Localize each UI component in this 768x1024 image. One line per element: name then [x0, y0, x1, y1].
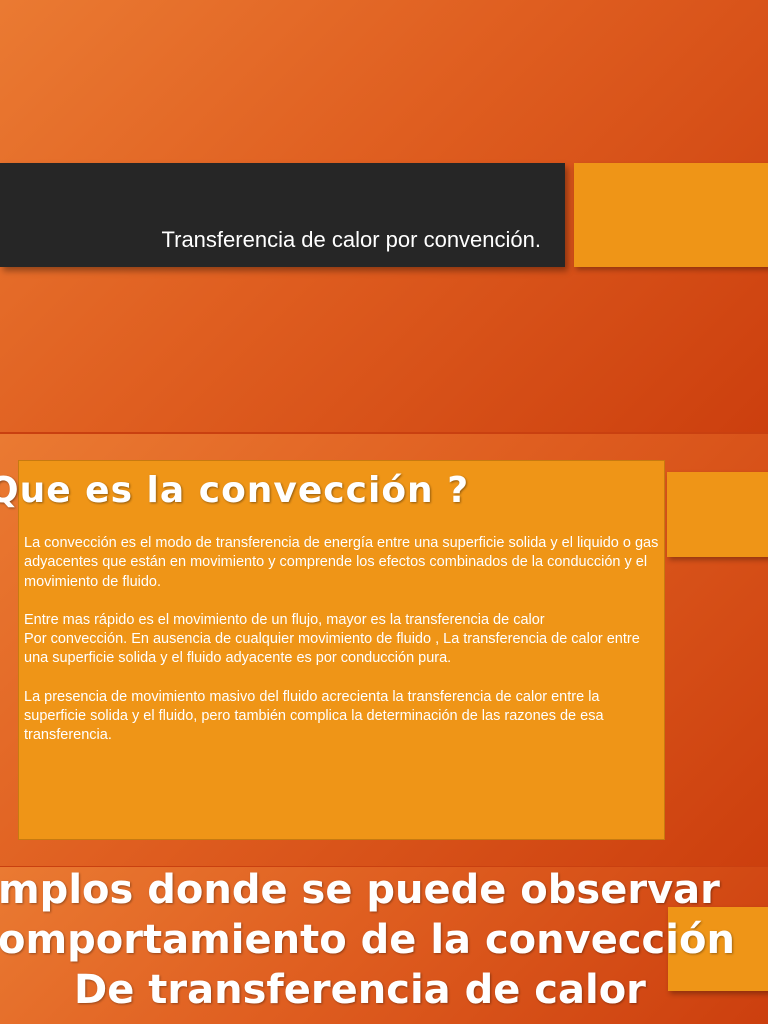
slide-heading: Que es la convección ?	[0, 470, 470, 511]
heading-line: De transferencia de calor	[74, 967, 646, 1013]
slide-title-text: Transferencia de calor por convención.	[161, 227, 542, 252]
heading-line: mplos donde se puede observar	[0, 867, 720, 913]
accent-block	[667, 472, 768, 557]
slide-definition: Que es la convección ? La convección es …	[0, 434, 768, 866]
title-bar: Transferencia de calor por convención.	[0, 163, 565, 267]
body-text: La convección es el modo de transferenci…	[24, 534, 659, 765]
accent-block	[574, 163, 768, 267]
slide-title: Transferencia de calor por convención.	[0, 0, 768, 432]
paragraph: La convección es el modo de transferenci…	[24, 535, 659, 590]
slide-examples: mplos donde se puede observar omportamie…	[0, 867, 768, 1024]
paragraph: La presencia de movimiento masivo del fl…	[24, 688, 604, 744]
paragraph: Entre mas rápido es el movimiento de un …	[24, 611, 640, 667]
heading-line: omportamiento de la convección	[0, 917, 735, 963]
